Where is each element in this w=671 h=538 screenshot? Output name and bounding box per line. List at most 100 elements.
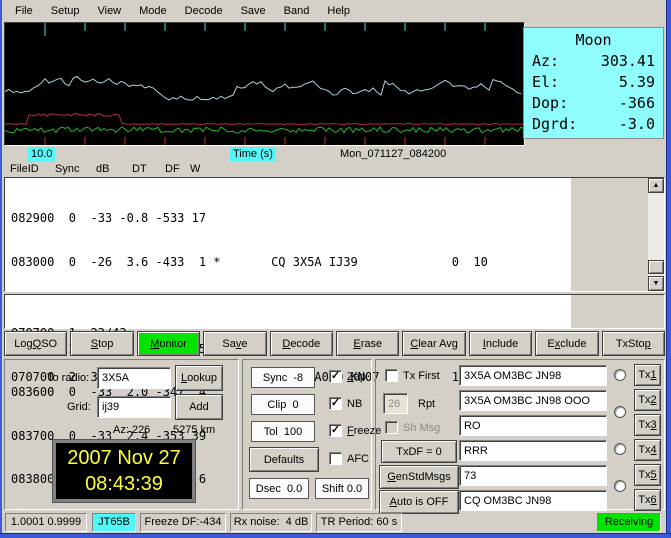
auto-button[interactable]: Auto is OFF bbox=[379, 490, 459, 514]
spectral-graph[interactable] bbox=[4, 22, 525, 146]
station-group: To radio: 3X5A Lookup Grid: ij39 Add Az:… bbox=[4, 359, 239, 510]
header-db: dB bbox=[96, 163, 109, 175]
tx6-button[interactable]: Tx6 bbox=[634, 489, 661, 511]
wsjt-main-window: File Setup View Mode Decode Save Band He… bbox=[0, 0, 671, 538]
clear-avg-button[interactable]: Clear Avg bbox=[402, 331, 465, 356]
gen-std-msgs-button[interactable]: GenStdMsgs bbox=[379, 465, 459, 489]
defaults-button[interactable]: Defaults bbox=[249, 447, 319, 472]
to-radio-input[interactable]: 3X5A bbox=[97, 367, 171, 389]
graph-traces bbox=[5, 23, 524, 145]
menu-band[interactable]: Band bbox=[275, 2, 319, 20]
sync-control[interactable]: Sync -8 bbox=[251, 367, 315, 388]
clip-control[interactable]: Clip 0 bbox=[251, 394, 315, 415]
decode-line: 083000 0 -26 3.6 -433 1 * CQ 3X5A IJ39 0… bbox=[11, 255, 571, 270]
average-text-pane[interactable]: 070700 1 23/43 070700 2 32/56 3X5A HA0H0… bbox=[4, 294, 665, 329]
header-sync: Sync bbox=[55, 163, 79, 175]
log-qso-button[interactable]: Log QSO bbox=[4, 331, 67, 356]
status-mode-badge: JT65B bbox=[92, 513, 136, 532]
tx1-message-input[interactable]: 3X5A OM3BC JN98 bbox=[459, 365, 607, 386]
tx3-radio[interactable] bbox=[614, 443, 626, 455]
time-axis-label: Time (s) bbox=[230, 147, 276, 162]
to-radio-label: To radio: bbox=[47, 372, 89, 384]
decode-text-background: 082900 0 -33 -0.8 -533 17 083000 0 -26 3… bbox=[5, 178, 571, 291]
dsec-control[interactable]: Dsec 0.0 bbox=[249, 478, 309, 499]
stop-button[interactable]: Stop bbox=[70, 331, 133, 356]
azimuth-value: Az: 226 bbox=[113, 424, 150, 436]
tx4-radio[interactable] bbox=[614, 480, 626, 492]
decode-scrollbar[interactable]: ▲ ▼ bbox=[648, 178, 664, 291]
tx3-message-input[interactable]: RO bbox=[459, 415, 607, 436]
utc-clock: 2007 Nov 27 08:43:39 bbox=[53, 440, 195, 502]
menu-help[interactable]: Help bbox=[318, 2, 359, 20]
average-text-background: 070700 1 23/43 070700 2 32/56 3X5A HA0H0… bbox=[5, 295, 571, 328]
tx2-button[interactable]: Tx2 bbox=[634, 389, 661, 411]
header-dt: DT bbox=[132, 163, 147, 175]
nb-label: NB bbox=[347, 398, 362, 410]
header-df: DF bbox=[165, 163, 180, 175]
save-button[interactable]: Save bbox=[203, 331, 266, 356]
window-border-left bbox=[0, 0, 2, 538]
sh-msg-label: Sh Msg bbox=[403, 422, 440, 434]
menu-view[interactable]: View bbox=[88, 2, 130, 20]
zap-label: Zap bbox=[347, 371, 366, 383]
moon-title: Moon bbox=[524, 30, 663, 51]
freq-scale-label: 10.0 bbox=[28, 147, 55, 162]
add-button[interactable]: Add bbox=[175, 394, 223, 420]
txstop-button[interactable]: TxStop bbox=[602, 331, 665, 356]
scroll-up-icon[interactable]: ▲ bbox=[648, 178, 664, 193]
txdf-button[interactable]: TxDF = 0 bbox=[381, 440, 457, 463]
tx6-message-input[interactable]: CQ OM3BC JN98 bbox=[459, 490, 607, 511]
header-w: W bbox=[190, 163, 200, 175]
menu-file[interactable]: File bbox=[6, 2, 42, 20]
window-border-bottom bbox=[0, 533, 671, 538]
status-freeze-df: Freeze DF:-434 bbox=[140, 513, 226, 532]
moon-el-value: 5.39 bbox=[619, 72, 655, 93]
tx1-button[interactable]: Tx1 bbox=[634, 364, 661, 386]
monitor-button[interactable]: Monitor bbox=[137, 331, 200, 356]
menu-decode[interactable]: Decode bbox=[176, 2, 232, 20]
tx-group: Tx First 26 Rpt Sh Msg TxDF = 0 GenStdMs… bbox=[375, 359, 665, 510]
decode-text-pane[interactable]: 082900 0 -33 -0.8 -533 17 083000 0 -26 3… bbox=[4, 177, 665, 292]
tx2-radio[interactable] bbox=[614, 406, 626, 418]
status-bar: 1.0001 0.9999 JT65B Freeze DF:-434 Rx no… bbox=[0, 513, 671, 533]
lookup-button[interactable]: Lookup bbox=[175, 365, 223, 391]
grid-input[interactable]: ij39 bbox=[97, 396, 171, 418]
decode-button[interactable]: Decode bbox=[270, 331, 333, 356]
nb-checkbox[interactable]: ✓ bbox=[329, 397, 342, 410]
erase-button[interactable]: Erase bbox=[336, 331, 399, 356]
tx3-button[interactable]: Tx3 bbox=[634, 414, 661, 436]
freeze-checkbox[interactable]: ✓ bbox=[329, 424, 342, 437]
params-group: Sync -8 ✓ Zap Clip 0 ✓ NB Tol 100 ✓ Free… bbox=[242, 359, 372, 510]
tx5-button[interactable]: Tx5 bbox=[634, 464, 661, 486]
scroll-down-icon[interactable]: ▼ bbox=[648, 276, 664, 291]
tx5-message-input[interactable]: 73 bbox=[459, 465, 607, 486]
tol-control[interactable]: Tol 100 bbox=[251, 421, 315, 442]
sh-msg-checkbox bbox=[385, 421, 398, 434]
menu-save[interactable]: Save bbox=[232, 2, 275, 20]
shift-control[interactable]: Shift 0.0 bbox=[315, 478, 369, 499]
tx1-radio[interactable] bbox=[614, 369, 626, 381]
window-border-right bbox=[666, 0, 671, 538]
menu-setup[interactable]: Setup bbox=[42, 2, 89, 20]
toolbar: Log QSO Stop Monitor Save Decode Erase C… bbox=[4, 331, 665, 356]
zap-checkbox[interactable]: ✓ bbox=[329, 370, 342, 383]
clock-time: 08:43:39 bbox=[56, 471, 192, 497]
tx4-message-input[interactable]: RRR bbox=[459, 440, 607, 461]
menu-bar: File Setup View Mode Decode Save Band He… bbox=[2, 0, 666, 21]
moon-dgrd-row: Dgrd: -3.0 bbox=[524, 114, 663, 135]
menu-mode[interactable]: Mode bbox=[130, 2, 176, 20]
tx4-button[interactable]: Tx4 bbox=[634, 439, 661, 461]
moon-dop-label: Dop: bbox=[532, 93, 568, 114]
scroll-thumb[interactable] bbox=[648, 260, 664, 274]
afc-checkbox[interactable] bbox=[329, 452, 342, 465]
rpt-input: 26 bbox=[383, 393, 408, 414]
exclude-button[interactable]: Exclude bbox=[535, 331, 598, 356]
tx-first-checkbox[interactable] bbox=[385, 369, 398, 382]
header-fileid: FileID bbox=[10, 163, 39, 175]
include-button[interactable]: Include bbox=[469, 331, 532, 356]
status-state-badge: Receiving bbox=[597, 513, 661, 532]
tx2-message-input[interactable]: 3X5A OM3BC JN98 OOO bbox=[459, 390, 607, 411]
status-rx-noise: Rx noise: 4 dB bbox=[230, 513, 312, 532]
clock-date: 2007 Nov 27 bbox=[56, 445, 192, 471]
moon-az-row: Az: 303.41 bbox=[524, 51, 663, 72]
